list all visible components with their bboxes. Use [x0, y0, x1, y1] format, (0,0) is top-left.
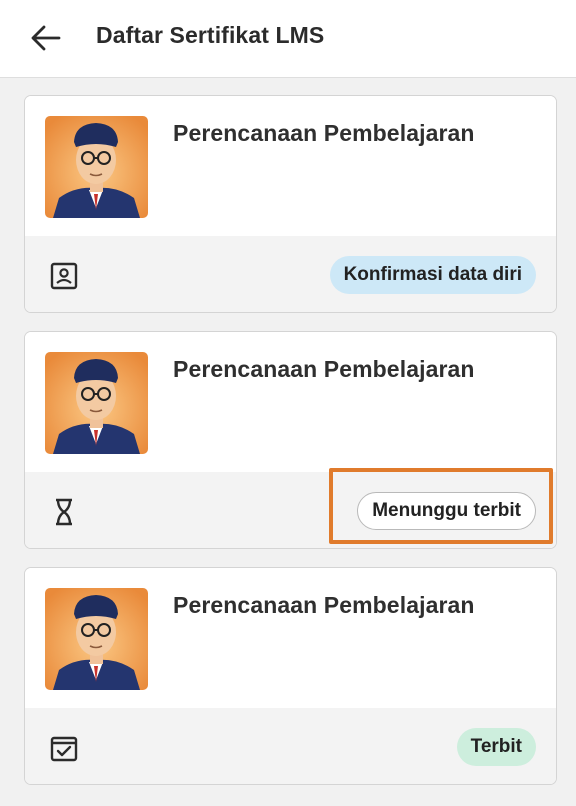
card-status-bar: Terbit — [25, 708, 556, 784]
back-button[interactable] — [28, 22, 64, 54]
course-thumbnail — [45, 352, 148, 454]
status-badge[interactable]: Terbit — [456, 728, 536, 766]
status-badge[interactable]: Menunggu terbit — [357, 492, 536, 530]
card-status-bar: Menunggu terbit — [25, 472, 556, 548]
arrow-left-icon — [31, 25, 61, 51]
course-title: Perencanaan Pembelajaran — [173, 120, 475, 146]
id-card-icon — [50, 262, 78, 290]
certificate-card[interactable]: Perencanaan Pembelajaran Terbit — [24, 567, 557, 785]
course-title: Perencanaan Pembelajaran — [173, 356, 475, 382]
course-thumbnail — [45, 588, 148, 690]
app-bar: Daftar Sertifikat LMS — [0, 0, 576, 78]
certificate-card[interactable]: Perencanaan Pembelajaran Konfirmasi data… — [24, 95, 557, 313]
card-status-bar: Konfirmasi data diri — [25, 236, 556, 312]
course-thumbnail — [45, 116, 148, 218]
course-title: Perencanaan Pembelajaran — [173, 592, 475, 618]
card-header: Perencanaan Pembelajaran — [25, 332, 556, 472]
page-title: Daftar Sertifikat LMS — [96, 22, 325, 48]
card-header: Perencanaan Pembelajaran — [25, 96, 556, 236]
certificate-card[interactable]: Perencanaan Pembelajaran Menunggu terbit — [24, 331, 557, 549]
hourglass-icon — [56, 498, 72, 526]
card-header: Perencanaan Pembelajaran — [25, 568, 556, 708]
status-badge[interactable]: Konfirmasi data diri — [329, 256, 536, 294]
calendar-check-icon — [50, 736, 78, 762]
